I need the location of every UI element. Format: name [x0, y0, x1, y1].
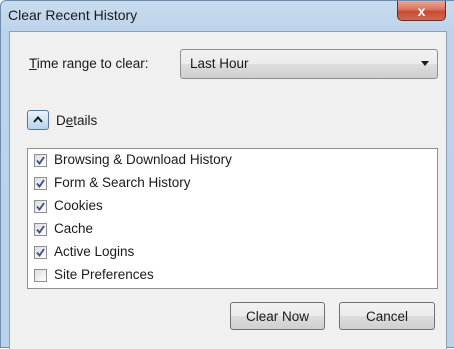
- list-item-label: Active Logins: [54, 244, 135, 259]
- time-range-label-text: ime range to clear:: [36, 56, 149, 71]
- site-preferences-checkbox[interactable]: [34, 269, 47, 282]
- checkmark-icon: [36, 248, 45, 257]
- cookies-checkbox[interactable]: [34, 200, 47, 213]
- details-label-end: tails: [73, 113, 98, 128]
- checkmark-icon: [36, 225, 45, 234]
- details-toggle-button[interactable]: [27, 110, 49, 130]
- active-logins-checkbox[interactable]: [34, 246, 47, 259]
- close-button[interactable]: x: [397, 1, 446, 21]
- list-item-label: Site Preferences: [54, 267, 154, 282]
- list-item-cache[interactable]: Cache: [34, 219, 432, 241]
- dropdown-arrow-icon: [421, 61, 429, 66]
- list-item-cookies[interactable]: Cookies: [34, 196, 432, 218]
- checkmark-icon: [36, 156, 45, 165]
- time-range-dropdown[interactable]: Last Hour: [180, 49, 438, 79]
- list-item-site-preferences[interactable]: Site Preferences: [34, 265, 432, 287]
- checkmark-icon: [36, 202, 45, 211]
- dialog-content: Time range to clear: Last Hour Details B…: [9, 31, 447, 349]
- checkmark-icon: [36, 179, 45, 188]
- list-item-form-search-history[interactable]: Form & Search History: [34, 173, 432, 195]
- close-icon: x: [417, 2, 426, 19]
- title-bar[interactable]: Clear Recent History x: [1, 1, 454, 31]
- form-search-history-checkbox[interactable]: [34, 177, 47, 190]
- details-label[interactable]: Details: [56, 113, 97, 128]
- list-item-label: Form & Search History: [54, 175, 191, 190]
- time-range-label: Time range to clear:: [29, 56, 149, 71]
- clear-history-dialog: Clear Recent History x Time range to cle…: [0, 0, 454, 349]
- list-item-label: Browsing & Download History: [54, 152, 232, 167]
- history-items-list: Browsing & Download History Form & Searc…: [27, 148, 438, 289]
- time-range-selected: Last Hour: [190, 56, 249, 71]
- window-title: Clear Recent History: [8, 7, 138, 23]
- clear-now-button[interactable]: Clear Now: [230, 302, 325, 330]
- chevron-up-icon: [33, 116, 43, 123]
- cancel-button[interactable]: Cancel: [339, 302, 435, 330]
- browsing-download-history-checkbox[interactable]: [34, 154, 47, 167]
- cache-checkbox[interactable]: [34, 223, 47, 236]
- details-label-start: D: [56, 113, 66, 128]
- list-item-label: Cookies: [54, 198, 103, 213]
- list-item-active-logins[interactable]: Active Logins: [34, 242, 432, 264]
- list-item-label: Cache: [54, 221, 94, 236]
- list-item-browsing-download-history[interactable]: Browsing & Download History: [34, 150, 432, 172]
- time-range-label-accesskey: T: [29, 56, 37, 71]
